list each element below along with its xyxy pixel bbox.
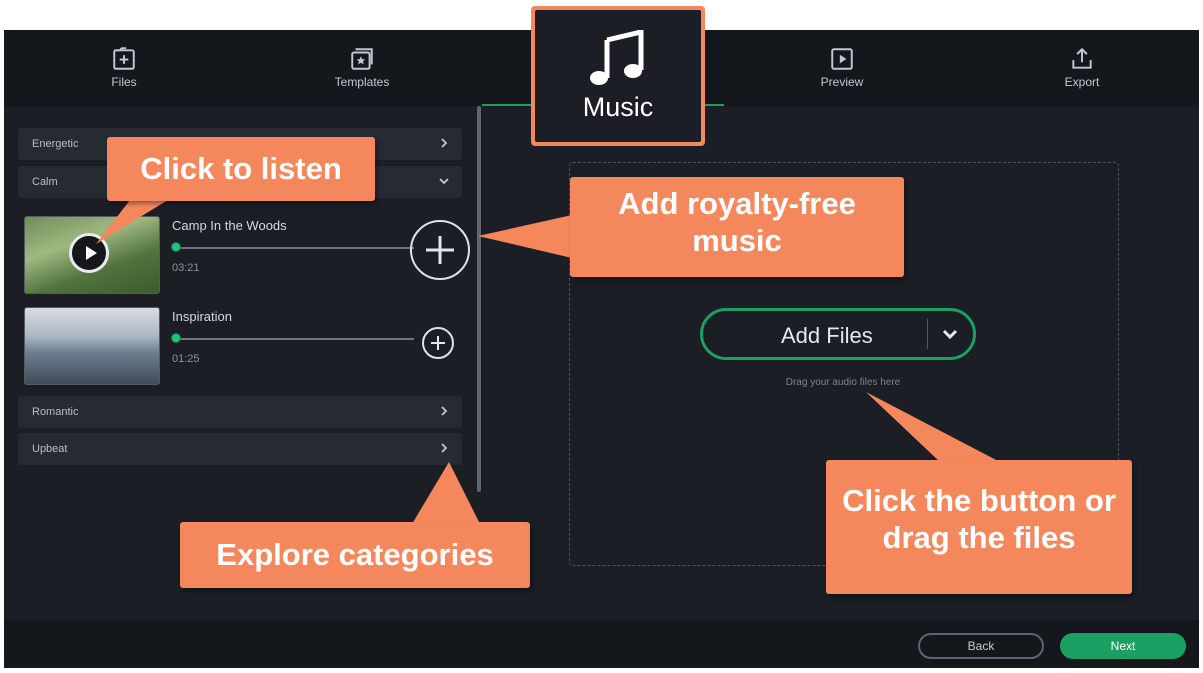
callout-click-or-drag: Click the button or drag the files (826, 460, 1132, 594)
preview-icon (831, 48, 853, 70)
track-progress-bar[interactable] (176, 247, 414, 249)
add-files-button[interactable]: Add Files (700, 308, 976, 360)
add-track-button[interactable] (422, 327, 454, 359)
plus-icon (431, 336, 445, 350)
track-progress-knob[interactable] (171, 333, 181, 343)
track-thumbnail (24, 307, 160, 385)
nav-tab-templates[interactable]: Templates (302, 46, 422, 89)
play-icon (86, 246, 97, 260)
category-upbeat[interactable]: Upbeat (18, 433, 462, 465)
nav-tab-export[interactable]: Export (1022, 46, 1142, 89)
track-duration: 01:25 (172, 353, 200, 365)
nav-label-export: Export (1064, 75, 1100, 89)
chevron-right-icon (441, 406, 448, 416)
track-thumbnail (24, 216, 160, 294)
callout-add-royalty-free-music: Add royalty-free music (570, 177, 904, 277)
library-scrollbar[interactable] (477, 106, 481, 492)
category-label: Romantic (32, 406, 79, 418)
templates-icon (351, 48, 373, 70)
category-romantic[interactable]: Romantic (18, 396, 462, 428)
category-label: Upbeat (32, 443, 68, 455)
chevron-down-icon (439, 178, 449, 185)
nav-label-music: Music (582, 91, 654, 122)
button-divider (927, 319, 928, 349)
nav-label-files: Files (111, 75, 137, 89)
chevron-right-icon (441, 443, 448, 453)
nav-tab-files[interactable]: Files (64, 46, 184, 89)
chevron-down-icon[interactable] (940, 324, 960, 344)
callout-click-to-listen: Click to listen (107, 137, 375, 201)
next-button[interactable]: Next (1060, 633, 1186, 659)
track-item: Camp In the Woods 03:21 (24, 216, 470, 294)
add-file-icon (113, 47, 135, 70)
play-button[interactable] (69, 233, 109, 273)
nav-tab-music[interactable]: Music (531, 6, 705, 146)
add-files-label: Add Files (781, 323, 873, 348)
nav-label-preview: Preview (820, 75, 864, 89)
track-title: Inspiration (172, 309, 232, 324)
track-duration: 03:21 (172, 262, 200, 274)
track-progress-knob[interactable] (171, 242, 181, 252)
track-title: Camp In the Woods (172, 218, 287, 233)
category-label: Energetic (32, 138, 79, 150)
export-icon (1072, 47, 1092, 69)
nav-tab-preview[interactable]: Preview (782, 46, 902, 89)
track-item: Inspiration 01:25 (24, 307, 464, 385)
nav-label-templates: Templates (334, 75, 390, 89)
chevron-right-icon (441, 138, 448, 148)
drop-hint: Drag your audio files here (785, 377, 901, 388)
back-button[interactable]: Back (918, 633, 1044, 659)
music-note-icon (590, 29, 644, 85)
callout-explore-categories: Explore categories (180, 522, 530, 588)
add-track-button[interactable] (410, 220, 470, 280)
music-tab-content: Music (535, 10, 701, 142)
category-label: Calm (32, 176, 58, 188)
plus-icon (426, 236, 454, 264)
track-progress-bar[interactable] (176, 338, 414, 340)
wizard-footer: Back Next (4, 620, 1199, 668)
